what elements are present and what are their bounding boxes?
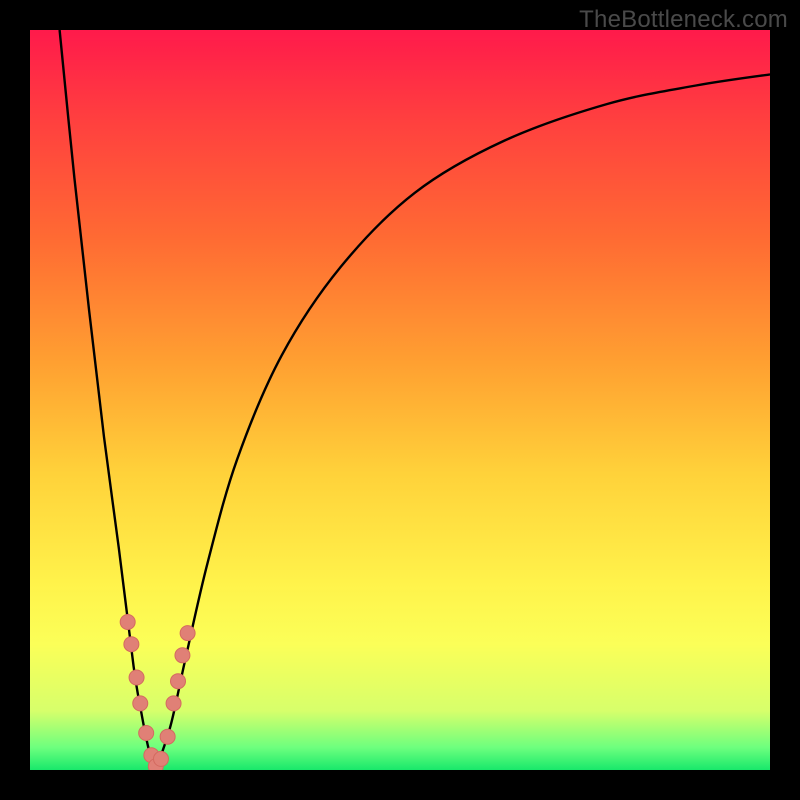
right-branch-curve	[156, 74, 770, 770]
marker-dot	[139, 726, 154, 741]
marker-dot	[171, 674, 186, 689]
chart-frame: TheBottleneck.com	[0, 0, 800, 800]
marker-group	[120, 615, 195, 771]
marker-dot	[180, 626, 195, 641]
marker-dot	[129, 670, 144, 685]
left-branch-curve	[60, 30, 156, 770]
plot-area	[30, 30, 770, 770]
marker-dot	[160, 729, 175, 744]
marker-dot	[124, 637, 139, 652]
curves-svg	[30, 30, 770, 770]
marker-dot	[153, 751, 168, 766]
marker-dot	[175, 648, 190, 663]
marker-dot	[133, 696, 148, 711]
marker-dot	[120, 615, 135, 630]
marker-dot	[166, 696, 181, 711]
